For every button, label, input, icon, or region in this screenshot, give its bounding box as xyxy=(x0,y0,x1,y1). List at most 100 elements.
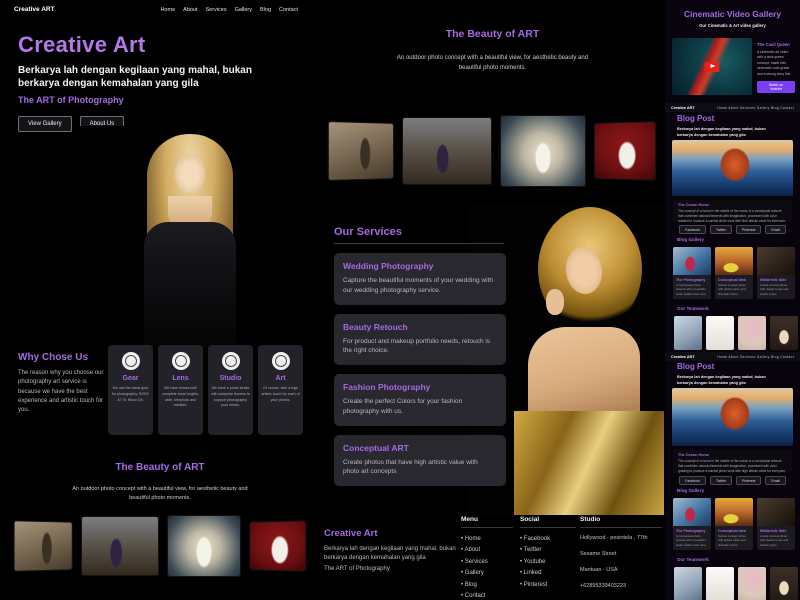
share-facebook-button[interactable]: Facebook xyxy=(679,476,706,485)
team-photo-image xyxy=(706,567,734,600)
article-title: The Ocean Horse xyxy=(678,203,787,207)
gallery-card[interactable]: Militaristic Side A dark concept photo w… xyxy=(757,247,795,299)
nav-item-blog[interactable]: Blog xyxy=(260,7,271,13)
gallery-card[interactable]: Conceptual Idea Sunset concept photo wit… xyxy=(715,247,753,299)
beauty-section: The Beauty of ART An outdoor photo conce… xyxy=(320,28,665,73)
footer-subtitle: The ART of Photography xyxy=(324,566,456,572)
blog-gallery-label: Blog Gallery xyxy=(677,237,800,242)
model-chest-shape xyxy=(528,327,640,419)
gallery-card[interactable]: Conceptual Idea Sunset concept photo wit… xyxy=(715,498,753,550)
carousel-photo-field[interactable] xyxy=(403,118,491,184)
team-photo-image xyxy=(674,567,702,600)
carousel-photo-outdoor[interactable] xyxy=(329,122,393,180)
teamwork-label: Our Teamwork xyxy=(677,557,800,562)
nav-item-gallery[interactable]: Gallery xyxy=(235,7,252,13)
video-gallery-title: Cinematic Video Gallery xyxy=(665,9,800,19)
footer-social: Social Facebook Twitter Youtube Linked P… xyxy=(520,516,576,591)
gallery-card-image xyxy=(715,247,753,275)
gallery-card[interactable]: Militaristic Side A dark concept photo w… xyxy=(757,498,795,550)
share-facebook-button[interactable]: Facebook xyxy=(679,225,706,234)
team-photo-image xyxy=(674,316,702,350)
video-thumbnail[interactable] xyxy=(672,38,752,95)
blog-title: Blog Post xyxy=(677,114,800,123)
footer-menu-title: Menu xyxy=(461,516,513,528)
blog-gallery-section: Blog Gallery The Photography A conceptua… xyxy=(665,488,800,600)
hero-subtitle: The ART of Photography xyxy=(18,95,280,105)
model-garment-shape xyxy=(514,411,664,515)
share-twitter-button[interactable]: Twitter xyxy=(710,225,732,234)
share-pinterest-button[interactable]: Pinterest xyxy=(736,225,761,234)
view-gallery-button[interactable]: View Gallery xyxy=(18,116,72,132)
social-link-linked[interactable]: Linked xyxy=(520,568,576,579)
carousel-photo-bride[interactable] xyxy=(501,116,585,186)
mini-nav[interactable]: Home About Services Gallery Blog Contact xyxy=(717,355,794,359)
why-chose-us-section: Why Chose Us The reason why you choose o… xyxy=(18,352,106,415)
footer-studio: Studio Hollywood - pesintela , 77th Sesa… xyxy=(580,516,662,592)
blog-article: The Ocean Horse The concept of a horse i… xyxy=(673,200,792,222)
team-photo[interactable]: Conceptual ART xyxy=(770,567,798,600)
blog-hero-image-horse[interactable] xyxy=(672,140,793,196)
footer-link-blog[interactable]: Blog xyxy=(461,580,513,591)
share-twitter-button[interactable]: Twitter xyxy=(710,476,732,485)
share-email-button[interactable]: Email xyxy=(765,225,785,234)
nav-item-contact[interactable]: Contact xyxy=(279,7,298,13)
footer-link-services[interactable]: Services xyxy=(461,557,513,568)
service-text: For product and makeup portfolio needs, … xyxy=(343,337,493,357)
footer-link-home[interactable]: Home xyxy=(461,534,513,545)
service-card-wedding: Wedding Photography Capture the beautifu… xyxy=(334,253,506,305)
blog-gallery-section: Blog Gallery The Photography A conceptua… xyxy=(665,237,800,360)
footer-link-gallery[interactable]: Gallery xyxy=(461,568,513,579)
gallery-card[interactable]: The Photography A conceptual photo artwo… xyxy=(673,498,711,550)
watch-youtube-button[interactable]: Watch on Youtube xyxy=(757,81,795,93)
nav-item-services[interactable]: Services xyxy=(206,7,227,13)
footer-brand-name: Creative Art xyxy=(324,528,456,539)
feature-text: We have lenses with complete focal lengt… xyxy=(161,386,200,409)
nav-item-home[interactable]: Home xyxy=(160,7,175,13)
carousel-photo-outdoor[interactable] xyxy=(15,521,72,570)
video-info: The Cavil Queen A cinematic art video wi… xyxy=(757,42,795,95)
feature-card-gear: Gear We use the latest gear for photogra… xyxy=(108,345,153,435)
carousel-photo-field[interactable] xyxy=(82,517,158,575)
share-pinterest-button[interactable]: Pinterest xyxy=(736,476,761,485)
team-photo[interactable]: Beauty Retouch xyxy=(706,567,734,600)
youtube-play-icon[interactable] xyxy=(705,62,720,72)
footer-link-about[interactable]: About xyxy=(461,545,513,556)
hero-tagline: Berkarya lah dengan kegilaan yang mahal,… xyxy=(18,64,274,90)
gear-icon xyxy=(122,352,140,370)
gallery-card[interactable]: The Photography A conceptual photo artwo… xyxy=(673,247,711,299)
social-link-pinterest[interactable]: Pinterest xyxy=(520,580,576,591)
logo[interactable]: Creative ART xyxy=(671,355,695,359)
service-title: Conceptual ART xyxy=(343,443,497,453)
site-header: Creative ART Home About Services Gallery… xyxy=(0,0,320,13)
carousel-photo-bride[interactable] xyxy=(168,516,240,576)
team-photo[interactable]: Fashion Photography xyxy=(738,567,766,600)
feature-cards: Gear We use the latest gear for photogra… xyxy=(108,345,303,435)
beauty-text: An outdoor photo concept with a beautifu… xyxy=(386,54,600,73)
feature-title: Gear xyxy=(108,375,153,382)
team-photo[interactable]: Wedding Photography xyxy=(674,567,702,600)
social-link-youtube[interactable]: Youtube xyxy=(520,557,576,568)
homepage-bottom-screenshot: The Beauty of ART An outdoor photo conce… xyxy=(320,0,665,600)
article-title: The Ocean Horse xyxy=(678,453,787,457)
social-link-facebook[interactable]: Facebook xyxy=(520,534,576,545)
blog-subtitle: Berkarya lah dengan kegilaan yang mahal,… xyxy=(677,375,777,386)
blog-hero-image-horse[interactable] xyxy=(672,388,793,446)
logo[interactable]: Creative ART xyxy=(671,106,695,110)
feature-card-lens: Lens We have lenses with complete focal … xyxy=(158,345,203,435)
gallery-card-image xyxy=(673,247,711,275)
article-text: The concept of a horse in the middle of … xyxy=(678,459,787,473)
carousel-photo-red[interactable] xyxy=(595,122,655,180)
share-email-button[interactable]: Email xyxy=(765,476,785,485)
feature-title: Lens xyxy=(158,375,203,382)
nav-item-about[interactable]: About xyxy=(183,7,197,13)
studio-address-line: Hollywood - pesintela , 77th xyxy=(580,534,662,544)
homepage-top-screenshot: Creative ART Home About Services Gallery… xyxy=(0,0,320,600)
footer-link-contact[interactable]: Contact xyxy=(461,591,513,600)
extra-pages-column: Cinematic Video Gallery Our Cinematic & … xyxy=(665,0,800,600)
carousel-photo-red[interactable] xyxy=(250,521,305,570)
mini-nav[interactable]: Home About Services Gallery Blog Contact xyxy=(717,106,794,110)
social-link-twitter[interactable]: Twitter xyxy=(520,545,576,556)
gallery-card-image xyxy=(757,498,795,526)
logo[interactable]: Creative ART xyxy=(14,6,55,13)
gallery-card-text: A conceptual photo artwork with a beauti… xyxy=(676,534,708,547)
